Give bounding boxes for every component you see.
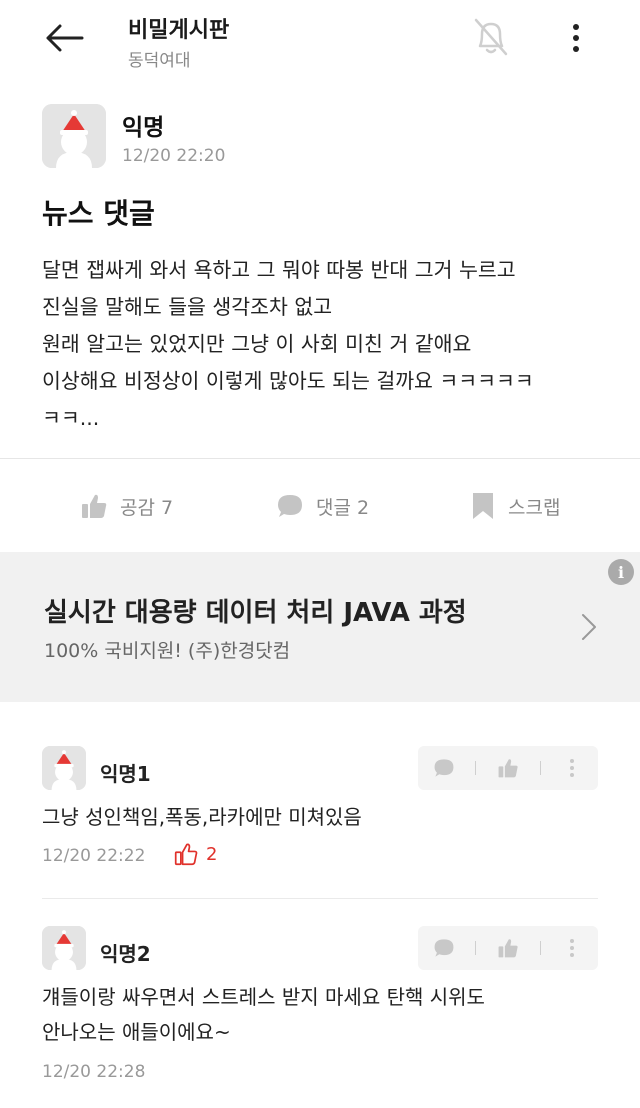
bell-off-icon [474,18,508,56]
post-author-name: 익명 [122,115,165,141]
post-body: 달면 잽싸게 와서 욕하고 그 뭐야 따봉 반대 그거 누르고 진실을 말해도 … [42,252,612,437]
toolbar-separator [475,761,477,775]
comment-like-number: 2 [206,843,218,865]
speech-bubble-icon [278,495,302,517]
notification-toggle-button[interactable] [468,14,514,60]
board-subtitle: 동덕여대 [128,51,191,71]
comment-timestamp: 12/20 22:28 [42,1062,146,1082]
more-options-button[interactable] [560,18,592,58]
reply-button[interactable] [424,748,464,788]
thumbs-up-outline-icon [174,843,198,866]
back-button[interactable] [40,18,88,58]
thumbs-up-icon [82,494,107,518]
post-body-line: 진실을 말해도 들을 생각조차 없고 [42,295,333,319]
ad-title: 실시간 대용량 데이터 처리 JAVA 과정 [44,598,467,628]
comment-count-label: 댓글 2 [316,496,370,519]
scrap-label: 스크랩 [508,496,561,519]
scrap-button[interactable]: 스크랩 [470,486,560,526]
author-avatar [42,104,106,168]
post-timestamp: 12/20 22:20 [122,146,226,166]
more-vertical-icon [570,759,575,777]
ad-banner[interactable]: 실시간 대용량 데이터 처리 JAVA 과정 100% 국비지원! (주)한경닷… [0,552,640,702]
comment-text: 그냥 성인책임,폭동,라카에만 미쳐있음 [42,800,362,835]
comment-button[interactable]: 댓글 2 [276,486,369,526]
comment-text: 걔들이랑 싸우면서 스트레스 받지 마세요 탄핵 시위도 안나오는 애들이에요~ [42,980,485,1050]
more-vertical-icon [570,939,575,957]
comment-divider [42,898,598,899]
comment-more-button[interactable] [552,748,592,788]
comment-text-line: 그냥 성인책임,폭동,라카에만 미쳐있음 [42,805,362,829]
comment-toolbar [418,926,598,970]
comment-text-line: 걔들이랑 싸우면서 스트레스 받지 마세요 탄핵 시위도 [42,985,485,1009]
comment-like-button[interactable] [488,748,528,788]
like-count-label: 공감 7 [120,496,174,519]
comment-author-name: 익명2 [100,942,151,966]
toolbar-separator [475,941,477,955]
thumbs-up-icon [498,939,518,958]
post-title: 뉴스 댓글 [42,197,155,230]
bookmark-icon [473,493,493,519]
chevron-right-icon [582,614,596,640]
arrow-left-icon [46,24,84,52]
comment-author-name: 익명1 [100,762,151,786]
divider [0,458,640,459]
anonymous-avatar-icon [42,104,106,168]
comment-like-count: 2 [174,842,217,866]
info-icon[interactable]: i [608,559,634,585]
post-body-line: ㅋㅋ... [42,406,100,430]
toolbar-separator [539,941,541,955]
anonymous-avatar-icon [42,746,86,790]
comment-avatar [42,926,86,970]
reply-button[interactable] [424,928,464,968]
post-body-line: 원래 알고는 있었지만 그냥 이 사회 미친 거 같애요 [42,332,472,356]
app-header: 비밀게시판 동덕여대 [0,0,640,88]
speech-bubble-icon [434,759,454,777]
like-button[interactable]: 공감 7 [80,486,173,526]
comment-timestamp: 12/20 22:22 [42,846,146,866]
post-body-line: 이상해요 비정상이 이렇게 많아도 되는 걸까요 ㅋㅋㅋㅋㅋ [42,369,534,393]
toolbar-separator [539,761,541,775]
ad-subtitle: 100% 국비지원! (주)한경닷컴 [44,640,291,662]
comment-text-line: 안나오는 애들이에요~ [42,1020,231,1044]
more-vertical-icon [573,24,579,52]
comment-avatar [42,746,86,790]
post-body-line: 달면 잽싸게 와서 욕하고 그 뭐야 따봉 반대 그거 누르고 [42,258,516,282]
thumbs-up-icon [498,759,518,778]
comment-like-button[interactable] [488,928,528,968]
anonymous-avatar-icon [42,926,86,970]
speech-bubble-icon [434,939,454,957]
board-title: 비밀게시판 [128,18,230,43]
comment-more-button[interactable] [552,928,592,968]
comment-toolbar [418,746,598,790]
